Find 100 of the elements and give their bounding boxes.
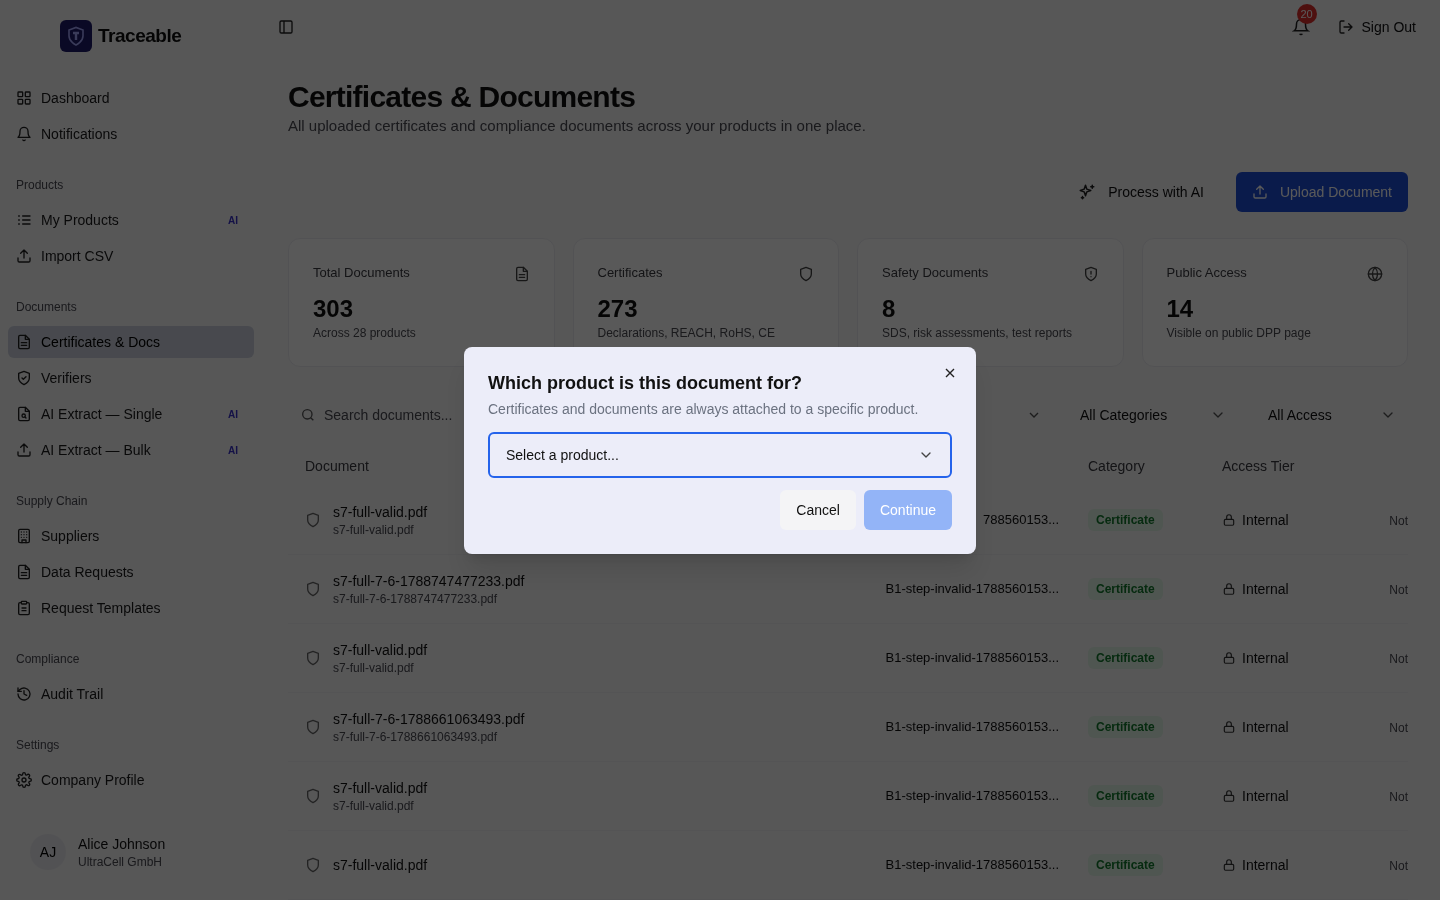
sidebar-item[interactable]: Audit Trail — [8, 678, 254, 710]
file-name: s7-full-7-6-1788661063493.pdf — [333, 729, 499, 745]
dialog-title: Which product is this document for? — [488, 372, 803, 395]
sidebar-item[interactable]: Dashboard — [8, 82, 254, 114]
file-name: s7-full-valid.pdf — [333, 798, 415, 814]
stat-value: 273 — [597, 293, 639, 324]
section-heading: Products — [15, 177, 65, 194]
category-tag: Certificate — [1088, 578, 1163, 600]
column-header: Document — [305, 457, 369, 474]
ai-label: AI — [228, 443, 238, 458]
process-with-ai-button[interactable]: Process with AI — [1070, 172, 1212, 213]
shield-icon — [305, 650, 321, 666]
document-name[interactable]: s7-full-valid.pdf — [333, 640, 428, 660]
product-name: B1-step-invalid-1788560153... — [885, 649, 1059, 668]
sidebar-item[interactable]: AI Extract — Bulk AI — [8, 434, 254, 466]
file-name: s7-full-valid.pdf — [333, 522, 415, 538]
sidebar-item[interactable]: Suppliers — [8, 520, 254, 552]
shield-icon — [305, 581, 321, 597]
upload-document-button[interactable]: Upload Document — [1235, 172, 1408, 213]
shield-icon — [305, 512, 321, 528]
file-name: s7-full-7-6-1788747477233.pdf — [333, 591, 499, 607]
category-tag: Certificate — [1088, 785, 1163, 807]
page-subtitle: All uploaded certificates and compliance documents across your products in one place. — [288, 115, 867, 136]
building-icon — [16, 528, 32, 544]
category-filter[interactable]: All Categories — [1068, 404, 1238, 426]
sidebar-item[interactable]: Verifiers — [8, 362, 254, 394]
document-name[interactable]: s7-full-valid.pdf — [333, 855, 428, 875]
section-heading: Compliance — [15, 651, 81, 668]
lock-icon — [1222, 582, 1236, 596]
search-field[interactable]: Search documents... — [288, 404, 488, 426]
bell-icon — [16, 126, 32, 142]
shield-icon — [305, 788, 321, 804]
product-select[interactable]: Select a product... — [488, 432, 952, 478]
stat-value: 8 — [882, 293, 897, 324]
category-tag: Certificate — [1088, 647, 1163, 669]
ai-label: AI — [228, 213, 238, 228]
product-name: B1-step-invalid-1788560153... — [885, 787, 1059, 806]
category-tag: Certificate — [1088, 716, 1163, 738]
notification-count: 20 — [1296, 4, 1317, 25]
cancel-button[interactable]: Cancel — [780, 490, 856, 530]
stat-value: 303 — [313, 293, 355, 324]
document-name[interactable]: s7-full-7-6-1788661063493.pdf — [333, 709, 525, 729]
stat-label: Total Documents — [313, 264, 410, 283]
document-name[interactable]: s7-full-valid.pdf — [333, 502, 428, 522]
sidebar-item[interactable]: Request Templates — [8, 592, 254, 624]
stat-value: 14 — [1166, 293, 1195, 324]
sidebar-item[interactable]: My Products AI — [8, 204, 254, 236]
upload-icon — [16, 442, 32, 458]
history-icon — [16, 686, 32, 702]
grid-icon — [16, 90, 32, 106]
sidebar-item[interactable]: Company Profile — [8, 764, 254, 796]
product-name: B1-step-invalid-1788560153... — [885, 718, 1059, 737]
user-name: Alice Johnson — [78, 835, 166, 854]
access-tier-label: Internal — [1242, 579, 1289, 599]
product-name: B1-step-invalid-1788560153... — [885, 580, 1059, 599]
column-text: Not — [1389, 651, 1408, 666]
column-text: Not — [1389, 582, 1408, 597]
sidebar-item[interactable]: Notifications — [8, 118, 254, 150]
access-tier-label: Internal — [1242, 786, 1289, 806]
shield-alert-icon — [1082, 266, 1099, 283]
shield-icon — [305, 857, 321, 873]
document-name[interactable]: s7-full-7-6-1788747477233.pdf — [333, 571, 525, 591]
section-heading: Documents — [15, 299, 78, 316]
sidebar-item[interactable]: Data Requests — [8, 556, 254, 588]
page-title: Certificates & Documents — [288, 78, 637, 115]
section-heading: Supply Chain — [15, 493, 89, 510]
document-icon — [513, 266, 530, 283]
shield-icon — [798, 266, 814, 283]
document-name[interactable]: s7-full-valid.pdf — [333, 778, 428, 798]
clipboard-icon — [16, 600, 32, 616]
access-filter[interactable]: All Access — [1256, 404, 1408, 426]
stat-label: Public Access — [1166, 264, 1247, 283]
access-tier-label: Internal — [1242, 648, 1289, 668]
brand-name: Traceable — [98, 23, 182, 48]
column-text: Not — [1389, 513, 1408, 528]
sidebar-toggle-icon[interactable] — [278, 19, 294, 36]
settings-icon — [16, 772, 32, 788]
file-search-icon — [16, 406, 32, 422]
upload-icon — [16, 248, 32, 264]
sparkles-icon — [1078, 183, 1097, 202]
shield-check-icon — [16, 370, 32, 386]
access-tier-label: Internal — [1242, 717, 1289, 737]
sign-out-button[interactable]: Sign Out — [1337, 16, 1416, 38]
sidebar-item[interactable]: Import CSV — [8, 240, 254, 272]
user-avatar: AJ — [30, 834, 66, 870]
ai-label: AI — [228, 407, 238, 422]
stat-label: Certificates — [597, 264, 663, 283]
stat-note: SDS, risk assessments, test reports — [882, 324, 1074, 341]
category-tag: Certificate — [1088, 854, 1163, 876]
lock-icon — [1222, 789, 1236, 803]
category-tag: Certificate — [1088, 509, 1163, 531]
stat-note: Across 28 products — [313, 324, 417, 341]
sign-out-icon — [1337, 19, 1354, 36]
access-tier-label: Internal — [1242, 510, 1289, 530]
notification-bell-icon[interactable] — [1291, 18, 1310, 37]
sidebar-item[interactable]: AI Extract — Single AI — [8, 398, 254, 430]
sidebar-item[interactable]: Certificates & Docs — [8, 326, 254, 358]
user-company: UltraCell GmbH — [78, 854, 163, 870]
lock-icon — [1222, 651, 1236, 665]
dialog-description: Certificates and documents are always attached to a specific product. — [488, 400, 920, 419]
